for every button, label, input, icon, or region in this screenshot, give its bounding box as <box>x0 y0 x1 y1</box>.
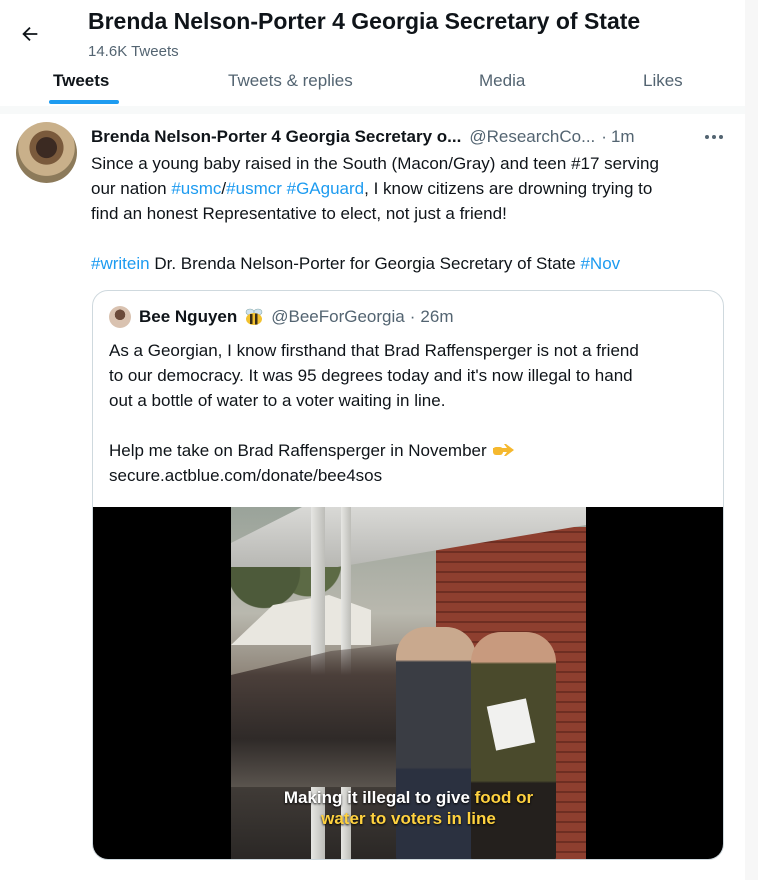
hashtag-usmc[interactable]: #usmc <box>171 179 221 198</box>
avatar[interactable] <box>109 306 131 328</box>
quote-line: to our democracy. It was 95 degrees toda… <box>109 366 633 385</box>
tweet-line: #writein Dr. Brenda Nelson-Porter for Ge… <box>91 251 731 276</box>
video-player[interactable]: Making it illegal to give food or water … <box>93 507 723 859</box>
quote-line: out a bottle of water to a voter waiting… <box>109 391 446 410</box>
caption-highlight: water to voters in line <box>321 809 496 828</box>
quoted-author-name[interactable]: Bee Nguyen <box>139 307 237 327</box>
tweet-line: our nation #usmc/#usmcr #GAguard, I know… <box>91 176 731 201</box>
author-handle[interactable]: @ResearchCo... <box>469 127 595 147</box>
tweet-line: Since a young baby raised in the South (… <box>91 154 659 173</box>
hashtag-gaguard[interactable]: #GAguard <box>287 179 365 198</box>
arrow-left-icon <box>22 26 38 42</box>
scrollbar[interactable] <box>745 0 758 880</box>
text-span: Dr. Brenda Nelson-Porter for Georgia Sec… <box>149 254 581 273</box>
tab-tweets-replies[interactable]: Tweets & replies <box>228 56 353 106</box>
profile-tabs: Tweets Tweets & replies Media Likes <box>0 56 745 106</box>
more-dot <box>719 135 723 139</box>
divider <box>0 106 745 114</box>
tab-media[interactable]: Media <box>479 56 525 106</box>
more-dot <box>712 135 716 139</box>
hashtag-writein[interactable]: #writein <box>91 254 150 273</box>
text-span: Help me take on Brad Raffensperger in No… <box>109 441 487 460</box>
caption-highlight: food or <box>474 788 534 807</box>
tweet-line-blank <box>91 226 731 251</box>
more-options-button[interactable] <box>700 126 728 148</box>
quote-line: As a Georgian, I know firsthand that Bra… <box>109 341 639 360</box>
tweet-header: Brenda Nelson-Porter 4 Georgia Secretary… <box>91 126 635 148</box>
tweet[interactable]: Brenda Nelson-Porter 4 Georgia Secretary… <box>0 114 745 880</box>
quoted-tweet[interactable]: Bee Nguyen @BeeForGeorgia · 26m As a Geo… <box>92 290 724 860</box>
text-span: , I know citizens are drowning trying to <box>364 179 653 198</box>
back-button[interactable] <box>14 18 46 50</box>
text-span: our nation <box>91 179 172 198</box>
separator: · <box>409 307 416 326</box>
active-tab-indicator <box>49 100 119 104</box>
video-frame: Making it illegal to give food or water … <box>231 507 586 859</box>
quoted-tweet-header: Bee Nguyen @BeeForGeorgia · 26m <box>109 303 454 331</box>
donate-link[interactable]: secure.actblue.com/donate/bee4sos <box>109 463 709 488</box>
video-caption: Making it illegal to give food or water … <box>231 787 586 829</box>
quote-line-blank <box>109 413 709 438</box>
tweet-time[interactable]: 1m <box>611 127 635 147</box>
tab-likes[interactable]: Likes <box>643 56 683 106</box>
caption-text: Making it illegal to give <box>283 788 475 807</box>
separator: · <box>601 127 607 146</box>
quote-line: Help me take on Brad Raffensperger in No… <box>109 438 709 463</box>
profile-name: Brenda Nelson-Porter 4 Georgia Secretary… <box>88 8 641 34</box>
bee-icon <box>245 308 263 325</box>
tweet-text: Since a young baby raised in the South (… <box>91 151 731 276</box>
quoted-tweet-text: As a Georgian, I know firsthand that Bra… <box>109 338 709 488</box>
avatar[interactable] <box>16 122 77 183</box>
hashtag-usmcr[interactable]: #usmcr <box>226 179 282 198</box>
quoted-author-handle[interactable]: @BeeForGeorgia <box>271 307 405 327</box>
tab-tweets[interactable]: Tweets <box>53 56 109 106</box>
author-name[interactable]: Brenda Nelson-Porter 4 Georgia Secretary… <box>91 127 461 147</box>
hashtag-nov[interactable]: #Nov <box>580 254 620 273</box>
profile-header: Brenda Nelson-Porter 4 Georgia Secretary… <box>0 0 745 106</box>
quoted-tweet-time[interactable]: 26m <box>420 307 453 327</box>
tweet-line: find an honest Representative to elect, … <box>91 204 507 223</box>
pointing-right-icon <box>492 444 514 456</box>
more-dot <box>705 135 709 139</box>
